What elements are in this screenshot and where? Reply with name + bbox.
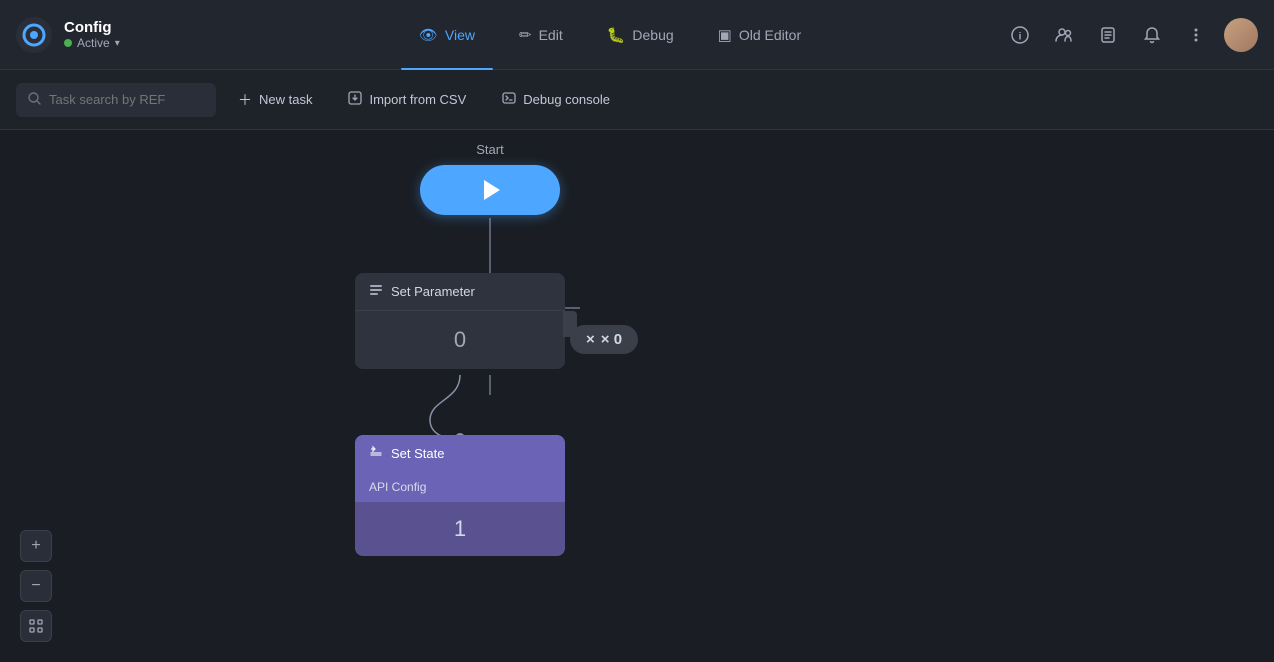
tab-old-editor-label: Old Editor	[739, 27, 801, 43]
x0-value: × 0	[601, 331, 622, 348]
canvas-area: Start Set Parameter 0 × × 0 Set State	[0, 130, 1274, 662]
layout-icon: ▣	[718, 26, 732, 44]
logo-area: Config Active ▾	[16, 17, 216, 53]
tab-debug-label: Debug	[632, 27, 673, 43]
tab-edit-label: Edit	[539, 27, 563, 43]
document-button[interactable]	[1092, 19, 1124, 51]
set-parameter-header: Set Parameter	[355, 273, 565, 311]
tab-view-label: View	[445, 27, 475, 43]
set-parameter-body: 0	[355, 311, 565, 369]
status-badge[interactable]: Active ▾	[64, 36, 120, 50]
set-parameter-label: Set Parameter	[391, 284, 475, 299]
avatar[interactable]	[1224, 18, 1258, 52]
users-button[interactable]	[1048, 19, 1080, 51]
zoom-in-button[interactable]: +	[20, 530, 52, 562]
more-button[interactable]	[1180, 19, 1212, 51]
play-icon	[484, 180, 500, 200]
bell-button[interactable]	[1136, 19, 1168, 51]
set-state-value: 1	[454, 516, 466, 542]
avatar-image	[1224, 18, 1258, 52]
set-state-footer: 1	[355, 502, 565, 556]
plus-icon: ＋	[238, 90, 252, 110]
set-parameter-icon	[369, 283, 383, 300]
set-state-node[interactable]: Set State API Config 1	[355, 435, 565, 556]
info-button[interactable]: i	[1004, 19, 1036, 51]
search-box[interactable]	[16, 83, 216, 117]
nav-tabs: 👁 View ✏ Edit 🐛 Debug ▣ Old Editor	[216, 18, 1004, 52]
set-state-icon	[369, 445, 383, 462]
debug-console-icon	[502, 91, 516, 108]
status-label: Active	[77, 36, 110, 50]
debug-console-button[interactable]: Debug console	[488, 84, 624, 115]
nav-right: i	[1004, 18, 1258, 52]
start-button[interactable]	[420, 165, 560, 215]
import-icon	[348, 91, 362, 108]
set-state-subtitle: API Config	[369, 480, 426, 494]
set-state-header: Set State	[355, 435, 565, 472]
tab-old-editor[interactable]: ▣ Old Editor	[700, 18, 819, 52]
new-task-label: New task	[259, 92, 312, 107]
top-nav: Config Active ▾ 👁 View ✏ Edit 🐛 Debug ▣ …	[0, 0, 1274, 70]
set-parameter-node[interactable]: Set Parameter 0	[355, 273, 565, 369]
x-icon: ×	[586, 331, 595, 348]
bug-icon: 🐛	[607, 26, 626, 44]
tab-view[interactable]: 👁 View	[401, 18, 493, 52]
app-title: Config	[64, 19, 120, 36]
eye-icon: 👁	[419, 26, 438, 44]
import-from-csv-button[interactable]: Import from CSV	[334, 84, 480, 115]
svg-text:i: i	[1019, 31, 1022, 42]
set-state-body: API Config	[355, 472, 565, 502]
search-input[interactable]	[49, 92, 199, 107]
search-icon	[28, 92, 41, 108]
tab-debug[interactable]: 🐛 Debug	[589, 18, 692, 52]
start-label: Start	[420, 142, 560, 157]
pencil-icon: ✏	[519, 26, 532, 44]
x0-badge: × × 0	[570, 325, 638, 354]
set-parameter-value: 0	[454, 327, 466, 353]
fit-button[interactable]	[20, 610, 52, 642]
toolbar: ＋ New task Import from CSV Debug console	[0, 70, 1274, 130]
status-dot	[64, 39, 72, 47]
logo-title-area: Config Active ▾	[64, 19, 120, 50]
bottom-controls: + −	[20, 530, 52, 642]
flow-svg	[0, 130, 1274, 662]
chevron-down-icon: ▾	[115, 38, 120, 49]
debug-console-label: Debug console	[523, 92, 610, 107]
tab-edit[interactable]: ✏ Edit	[501, 18, 581, 52]
import-label: Import from CSV	[369, 92, 466, 107]
set-state-label: Set State	[391, 446, 444, 461]
new-task-button[interactable]: ＋ New task	[224, 83, 326, 117]
zoom-out-button[interactable]: −	[20, 570, 52, 602]
app-logo-icon	[16, 17, 52, 53]
